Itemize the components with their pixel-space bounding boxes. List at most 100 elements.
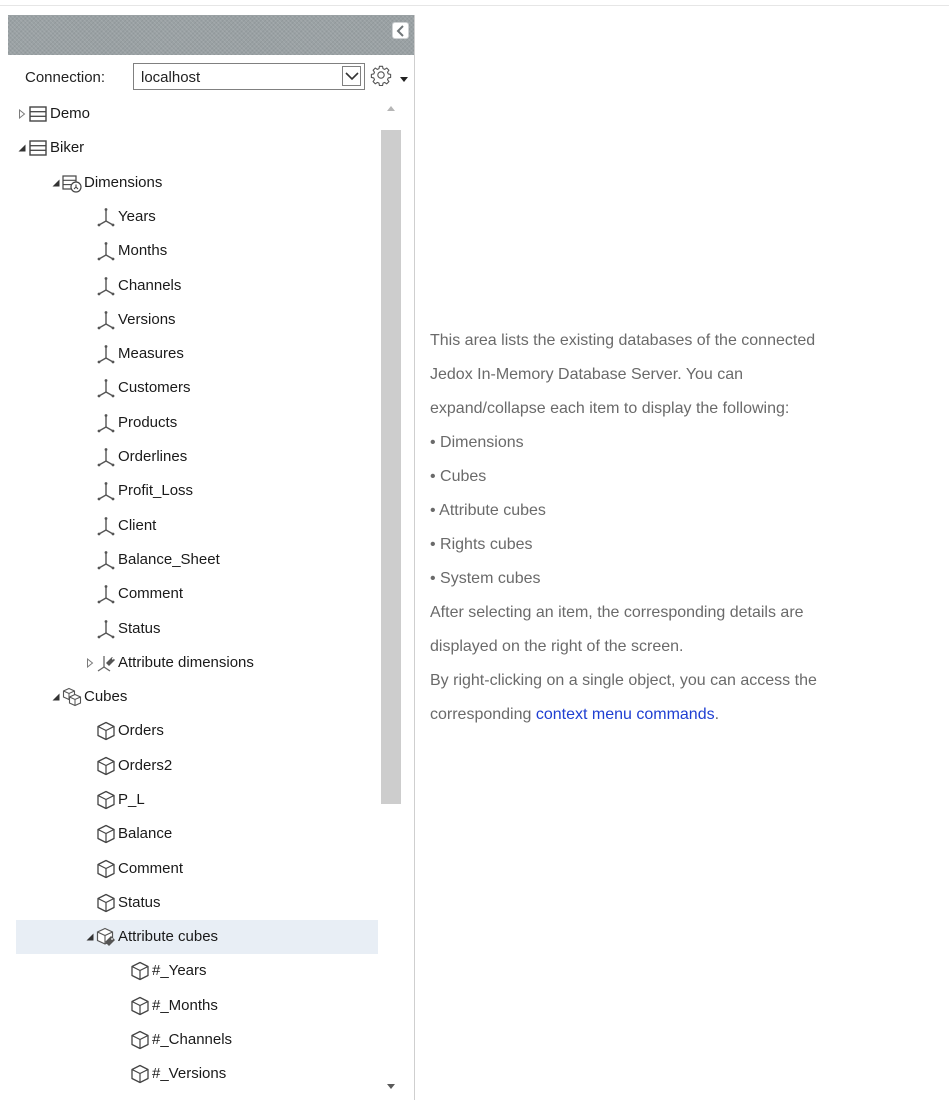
expanded-triangle-icon[interactable] xyxy=(50,166,62,200)
tree-item-label: Demo xyxy=(50,105,91,122)
tree-item-label: Versions xyxy=(118,311,176,328)
caret-down-icon xyxy=(400,77,408,82)
tree-item-label: Dimensions xyxy=(84,174,163,191)
desc-bullet: • Attribute cubes xyxy=(430,502,546,519)
attribute-cube-icon xyxy=(96,927,116,947)
expanded-triangle-icon[interactable] xyxy=(16,131,28,165)
dimension-icon xyxy=(96,241,116,261)
tree-item-years[interactable]: #_Years xyxy=(16,954,378,988)
tree-item-channels[interactable]: Channels xyxy=(16,269,378,303)
tree-item-versions[interactable]: #_Versions xyxy=(16,1057,378,1091)
dimension-icon xyxy=(96,550,116,570)
tree-item-products[interactable]: Products xyxy=(16,406,378,440)
collapsed-triangle-icon[interactable] xyxy=(16,97,28,131)
dimension-icon xyxy=(96,310,116,330)
tree-item-attribute-cubes[interactable]: Attribute cubes xyxy=(16,920,378,954)
tree-item-biker[interactable]: Biker xyxy=(16,131,378,165)
dimension-icon xyxy=(96,276,116,296)
connection-row: Connection: localhost xyxy=(8,62,414,92)
scroll-up-button[interactable] xyxy=(380,97,402,123)
tree-item-demo[interactable]: Demo xyxy=(16,97,378,131)
connection-settings-button[interactable] xyxy=(370,64,392,88)
connection-dropdown-button[interactable] xyxy=(342,66,361,86)
cube-icon xyxy=(96,859,116,879)
tree-item-label: Months xyxy=(118,242,168,259)
desc-bullet: • System cubes xyxy=(430,570,541,587)
database-icon xyxy=(28,138,48,158)
expanded-triangle-icon[interactable] xyxy=(50,680,62,714)
cube-icon xyxy=(130,1064,150,1084)
desc-bullet: • Cubes xyxy=(430,468,487,485)
chevron-left-icon xyxy=(396,25,404,37)
tree-item-label: Products xyxy=(118,414,178,431)
tree-item-label: Attribute cubes xyxy=(118,928,219,945)
tree-item-customers[interactable]: Customers xyxy=(16,371,378,405)
tree-item-label: Attribute dimensions xyxy=(118,654,254,671)
dimension-icon xyxy=(96,516,116,536)
panel-menu-button[interactable] xyxy=(399,70,409,82)
arrow-down-icon xyxy=(387,1084,395,1089)
collapse-panel-button[interactable] xyxy=(392,22,409,39)
tree-item-p-l[interactable]: P_L xyxy=(16,783,378,817)
tree-item-orders[interactable]: Orders xyxy=(16,714,378,748)
top-divider xyxy=(0,5,949,6)
tree-item-label: #_Versions xyxy=(152,1065,227,1082)
tree-item-orderlines[interactable]: Orderlines xyxy=(16,440,378,474)
tree-item-versions[interactable]: Versions xyxy=(16,303,378,337)
tree-item-channels[interactable]: #_Channels xyxy=(16,1023,378,1057)
tree-item-client[interactable]: Client xyxy=(16,509,378,543)
context-menu-commands-link[interactable]: context menu commands xyxy=(536,706,715,723)
tree-item-label: #_Months xyxy=(152,997,218,1014)
desc-bullet: • Rights cubes xyxy=(430,536,533,553)
database-icon xyxy=(28,104,48,124)
tree-item-balance-sheet[interactable]: Balance_Sheet xyxy=(16,543,378,577)
tree-item-profit-loss[interactable]: Profit_Loss xyxy=(16,474,378,508)
panel-header xyxy=(8,15,414,55)
tree-scrollbar[interactable] xyxy=(380,97,402,1100)
tree-item-label: Measures xyxy=(118,345,184,362)
connection-select[interactable]: localhost xyxy=(133,63,365,90)
tree-item-cubes[interactable]: Cubes xyxy=(16,680,378,714)
tree-item-label: Years xyxy=(118,208,156,225)
cube-icon xyxy=(96,893,116,913)
tree-item-status[interactable]: Status xyxy=(16,886,378,920)
tree-item-status[interactable]: Status xyxy=(16,612,378,646)
dimension-icon xyxy=(96,447,116,467)
expanded-triangle-icon[interactable] xyxy=(84,920,96,954)
cube-icon xyxy=(96,721,116,741)
cubes-folder-icon xyxy=(62,687,82,707)
database-tree: Demo Biker Dimensions Years Months Channels Ve… xyxy=(16,97,380,1100)
tree-item-comment[interactable]: Comment xyxy=(16,852,378,886)
tree-item-label: Balance xyxy=(118,825,173,842)
dimension-icon xyxy=(96,619,116,639)
desc-line: displayed on the right of the screen. xyxy=(430,638,684,655)
tree-item-attribute-dimensions[interactable]: Attribute dimensions xyxy=(16,646,378,680)
tree-item-measures[interactable]: Measures xyxy=(16,337,378,371)
dimension-icon xyxy=(96,207,116,227)
tree-item-label: #_Years xyxy=(152,962,207,979)
tree-item-label: Channels xyxy=(118,277,182,294)
tree-item-orders2[interactable]: Orders2 xyxy=(16,749,378,783)
tree-item-label: Cubes xyxy=(84,688,128,705)
scroll-down-button[interactable] xyxy=(380,1075,402,1099)
desc-text: . xyxy=(714,706,720,723)
cube-icon xyxy=(96,756,116,776)
dimensions-folder-icon xyxy=(62,173,82,193)
tree-item-months[interactable]: Months xyxy=(16,234,378,268)
dimension-icon xyxy=(96,344,116,364)
dimension-icon xyxy=(96,378,116,398)
tree-item-label: Orderlines xyxy=(118,448,188,465)
attribute-dimension-icon xyxy=(96,653,116,673)
scroll-thumb[interactable] xyxy=(381,130,401,804)
tree-item-label: Biker xyxy=(50,139,85,156)
arrow-up-icon xyxy=(387,106,395,111)
tree-item-months[interactable]: #_Months xyxy=(16,989,378,1023)
connection-label: Connection: xyxy=(25,69,106,86)
tree-item-label: Profit_Loss xyxy=(118,482,194,499)
tree-item-balance[interactable]: Balance xyxy=(16,817,378,851)
collapsed-triangle-icon[interactable] xyxy=(84,646,96,680)
tree-item-dimensions[interactable]: Dimensions xyxy=(16,166,378,200)
tree-item-comment[interactable]: Comment xyxy=(16,577,378,611)
tree-item-years[interactable]: Years xyxy=(16,200,378,234)
desc-line: Jedox In-Memory Database Server. You can xyxy=(430,366,744,383)
